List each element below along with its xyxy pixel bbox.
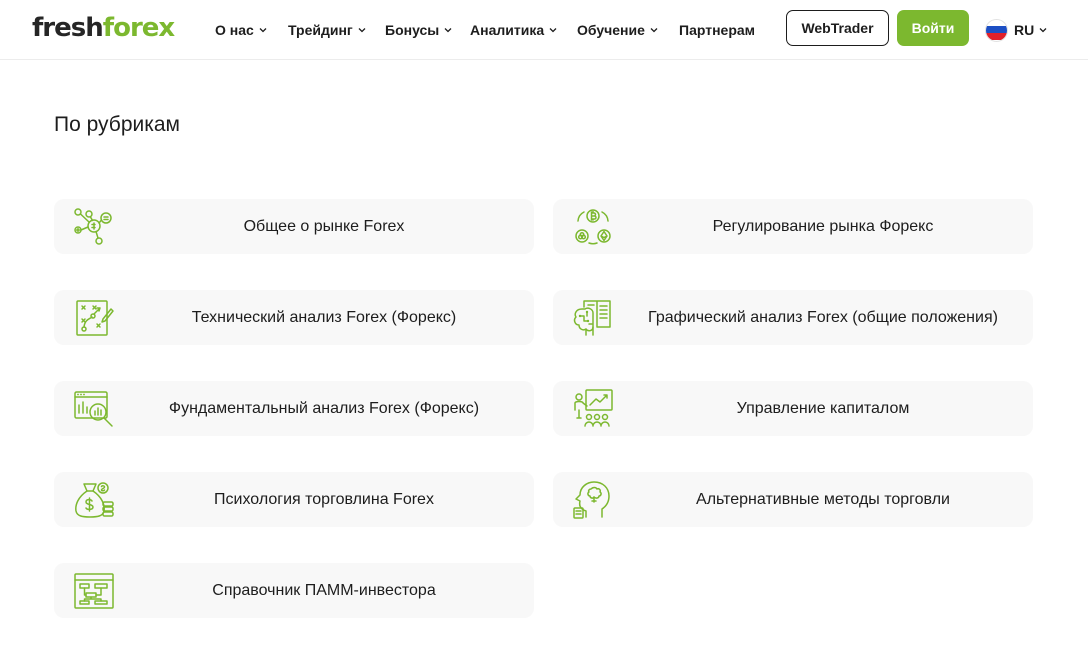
webtrader-button[interactable]: WebTrader	[786, 10, 889, 46]
strategy-plan-icon	[76, 300, 114, 336]
crypto-coins-icon	[575, 209, 611, 245]
nav-item-label: Аналитика	[470, 22, 545, 38]
head-thinking-icon	[573, 481, 610, 519]
category-card-fundamental-analysis[interactable]: Фундаментальный анализ Forex (Форекс)	[54, 381, 534, 436]
flowchart-icon	[74, 573, 114, 609]
nav-item-analytics[interactable]: Аналитика	[470, 20, 557, 40]
category-label: Фундаментальный анализ Forex (Форекс)	[168, 399, 480, 417]
nav-item-bonuses[interactable]: Бонусы	[385, 20, 452, 40]
chart-magnifier-icon	[74, 391, 113, 427]
category-card-technical-analysis[interactable]: Технический анализ Forex (Форекс)	[54, 290, 534, 345]
category-card-capital-management[interactable]: Управление капиталом	[553, 381, 1033, 436]
presentation-icon	[574, 389, 613, 427]
chevron-down-icon	[549, 28, 557, 33]
chevron-down-icon	[650, 28, 658, 33]
category-card-alternative-methods[interactable]: Альтернативные методы торговли	[553, 472, 1033, 527]
category-card-forex-market[interactable]: Общее о рынке Forex	[54, 199, 534, 254]
category-label: Управление капиталом	[736, 399, 910, 417]
nav-item-about[interactable]: О нас	[215, 20, 267, 40]
category-card-graphic-analysis[interactable]: Графический анализ Forex (общие положени…	[553, 290, 1033, 345]
chevron-down-icon	[358, 28, 366, 33]
nav-item-trading[interactable]: Трейдинг	[288, 20, 366, 40]
nav-item-label: Бонусы	[385, 22, 440, 38]
nav-item-label: О нас	[215, 22, 254, 38]
network-finance-icon	[74, 208, 112, 245]
category-label: Психология торговлина Forex	[214, 490, 434, 508]
chevron-down-icon	[259, 28, 267, 33]
category-label: Альтернативные методы торговли	[696, 490, 950, 508]
chevron-down-icon	[1039, 28, 1047, 33]
category-card-pamm-investor-guide[interactable]: Справочник ПАММ-инвестора	[54, 563, 534, 618]
money-bag-icon	[75, 482, 114, 518]
chevron-down-icon	[444, 28, 452, 33]
nav-item-partners[interactable]: Партнерам	[679, 20, 755, 40]
category-card-trading-psychology[interactable]: Психология торговлина Forex	[54, 472, 534, 527]
site-header: freshforex О нас Трейдинг Бонусы Аналити…	[0, 0, 1088, 60]
category-label: Общее о рынке Forex	[243, 217, 405, 235]
category-label: Справочник ПАММ-инвестора	[212, 581, 436, 599]
language-selector[interactable]: RU	[985, 18, 1047, 42]
category-card-regulation[interactable]: Регулирование рынка Форекс	[553, 199, 1033, 254]
language-code: RU	[1014, 22, 1035, 38]
login-button[interactable]: Войти	[897, 10, 969, 46]
nav-item-label: Трейдинг	[288, 22, 353, 38]
nav-item-label: Партнерам	[679, 22, 756, 38]
nav-item-education[interactable]: Обучение	[577, 20, 658, 40]
category-label: Графический анализ Forex (общие положени…	[648, 308, 998, 326]
category-label: Регулирование рынка Форекс	[712, 217, 934, 235]
brain-book-icon	[573, 300, 611, 336]
section-title: По рубрикам	[54, 113, 180, 136]
russia-flag-icon	[985, 18, 1008, 42]
category-label: Технический анализ Forex (Форекс)	[191, 308, 457, 326]
freshforex-logo[interactable]: freshforex	[32, 12, 175, 44]
nav-item-label: Обучение	[577, 22, 645, 38]
